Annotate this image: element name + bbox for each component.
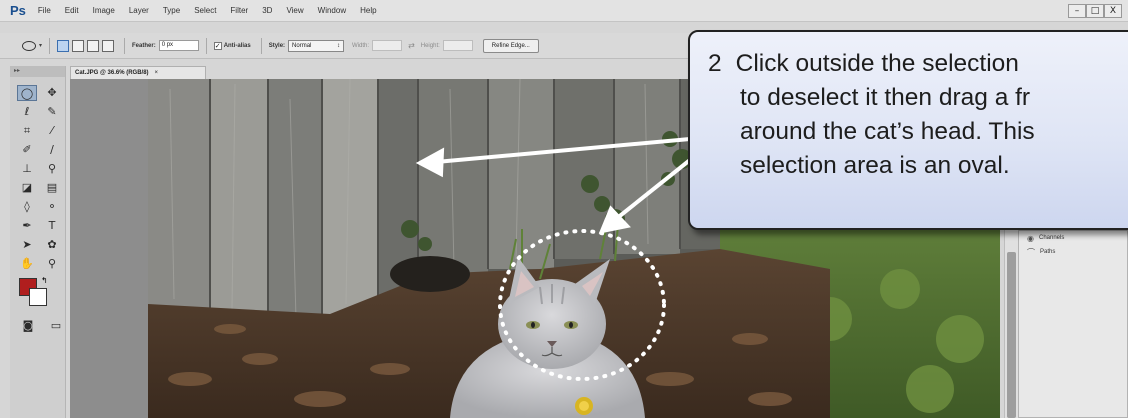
menu-file[interactable]: File: [38, 6, 51, 15]
color-swatches: ↰: [19, 276, 65, 316]
menu-type[interactable]: Type: [163, 6, 180, 15]
feather-input[interactable]: 0 px: [158, 40, 199, 51]
dodge-tool-icon[interactable]: ⚬: [42, 199, 62, 215]
scrollbar-thumb[interactable]: [1007, 252, 1016, 418]
feather-label: Feather:: [132, 42, 156, 49]
menu-bar: Ps File Edit Image Layer Type Select Fil…: [0, 0, 1128, 22]
pen-tool-icon[interactable]: ✒: [17, 218, 37, 234]
panel-item-channels[interactable]: ◉ Channels: [1019, 231, 1127, 245]
document-tab[interactable]: Cat.JPG @ 36.6% (RGB/8) ×: [70, 66, 206, 79]
add-to-selection-button[interactable]: [72, 39, 85, 52]
type-tool-icon[interactable]: T: [42, 218, 62, 234]
callout-line-3: around the cat’s head. This: [740, 118, 1035, 145]
menu-select[interactable]: Select: [194, 6, 216, 15]
width-input[interactable]: [372, 40, 403, 51]
swap-colors-icon[interactable]: ↰: [41, 276, 48, 285]
history-brush-tool-icon[interactable]: ⚲: [42, 161, 62, 177]
eraser-tool-icon[interactable]: ◪: [17, 180, 37, 196]
clone-stamp-tool-icon[interactable]: ⊥: [17, 161, 37, 177]
blur-tool-icon[interactable]: ◊: [17, 199, 37, 215]
tool-grid: ◯ ✥ ℓ ✎ ⌗ ⁄ ✐ ∕ ⊥ ⚲ ◪ ▤ ◊ ⚬ ✒ T ➤ ✿ ✋ ⚲: [10, 77, 65, 272]
separator: [49, 37, 51, 54]
menu-filter[interactable]: Filter: [230, 6, 248, 15]
separator: [260, 37, 262, 54]
callout-line-1: 2 Click outside the selection: [708, 50, 1019, 77]
separator: [205, 37, 207, 54]
subtract-from-selection-button[interactable]: [87, 39, 100, 52]
screen-mode-icon[interactable]: ▭: [49, 318, 63, 334]
move-tool-icon[interactable]: ✥: [42, 85, 62, 101]
preset-dropdown-arrow-icon[interactable]: ▾: [39, 42, 42, 49]
zoom-tool-icon[interactable]: ⚲: [42, 256, 62, 272]
document-tab-label: Cat.JPG @ 36.6% (RGB/8): [75, 70, 149, 76]
brush-tool-icon[interactable]: ∕: [42, 142, 62, 158]
refine-edge-button[interactable]: Refine Edge...: [482, 38, 539, 53]
menu-layer[interactable]: Layer: [129, 6, 149, 15]
photoshop-logo: Ps: [10, 3, 26, 18]
callout-line-4: selection area is an oval.: [740, 152, 1010, 179]
close-window-button[interactable]: X: [1104, 4, 1122, 18]
close-tab-icon[interactable]: ×: [155, 70, 159, 76]
style-select[interactable]: Normal: [288, 39, 345, 52]
height-input[interactable]: [442, 40, 473, 51]
swap-dimensions-icon[interactable]: ⇄: [408, 41, 415, 50]
eyedropper-tool-icon[interactable]: ⁄: [42, 123, 62, 139]
quick-mask-icon[interactable]: ◙: [21, 318, 35, 334]
healing-brush-tool-icon[interactable]: ✐: [17, 142, 37, 158]
path-selection-tool-icon[interactable]: ➤: [17, 237, 37, 253]
menu-edit[interactable]: Edit: [65, 6, 79, 15]
width-label: Width:: [352, 42, 370, 49]
minimize-button[interactable]: –: [1068, 4, 1086, 18]
instruction-callout: 2 Click outside the selection to deselect…: [688, 30, 1128, 230]
menu-view[interactable]: View: [286, 6, 303, 15]
panel-item-label: Paths: [1040, 249, 1056, 255]
panel-list: ◉ Channels ⌒ Paths: [1018, 230, 1128, 418]
lasso-tool-icon[interactable]: ℓ: [17, 104, 37, 120]
elliptical-marquee-preset-icon[interactable]: [22, 40, 36, 51]
elliptical-marquee-tool-icon[interactable]: ◯: [17, 85, 37, 101]
menu-window[interactable]: Window: [318, 6, 346, 15]
custom-shape-tool-icon[interactable]: ✿: [42, 237, 62, 253]
style-label: Style:: [268, 42, 286, 49]
antialias-label: Anti-alias: [223, 42, 251, 49]
panel-item-label: Channels: [1038, 235, 1065, 241]
antialias-checkbox[interactable]: ✓: [213, 41, 222, 50]
panel-item-paths[interactable]: ⌒ Paths: [1019, 245, 1127, 259]
tools-panel: ▸▸ ◯ ✥ ℓ ✎ ⌗ ⁄ ✐ ∕ ⊥ ⚲ ◪ ▤ ◊ ⚬ ✒ T ➤ ✿ ✋…: [10, 66, 66, 418]
intersect-selection-button[interactable]: [102, 39, 115, 52]
menu-help[interactable]: Help: [360, 6, 376, 15]
step-number: 2: [708, 50, 722, 77]
new-selection-button[interactable]: [57, 39, 70, 52]
tools-panel-header[interactable]: ▸▸: [10, 66, 65, 77]
separator: [124, 37, 126, 54]
callout-line-2: to deselect it then drag a fr: [740, 84, 1031, 111]
crop-tool-icon[interactable]: ⌗: [17, 123, 37, 139]
window-controls: – □ X: [1068, 4, 1122, 18]
channels-icon: ◉: [1027, 233, 1034, 243]
menu-3d[interactable]: 3D: [262, 6, 272, 15]
gradient-tool-icon[interactable]: ▤: [42, 180, 62, 196]
height-label: Height:: [420, 42, 440, 49]
paths-icon: ⌒: [1027, 247, 1035, 257]
background-color-swatch[interactable]: [29, 288, 47, 306]
maximize-button[interactable]: □: [1086, 4, 1104, 18]
tool-bottom-row: ◙ ▭: [10, 318, 65, 334]
hand-tool-icon[interactable]: ✋: [17, 256, 37, 272]
quick-selection-tool-icon[interactable]: ✎: [42, 104, 62, 120]
menu-image[interactable]: Image: [93, 6, 115, 15]
